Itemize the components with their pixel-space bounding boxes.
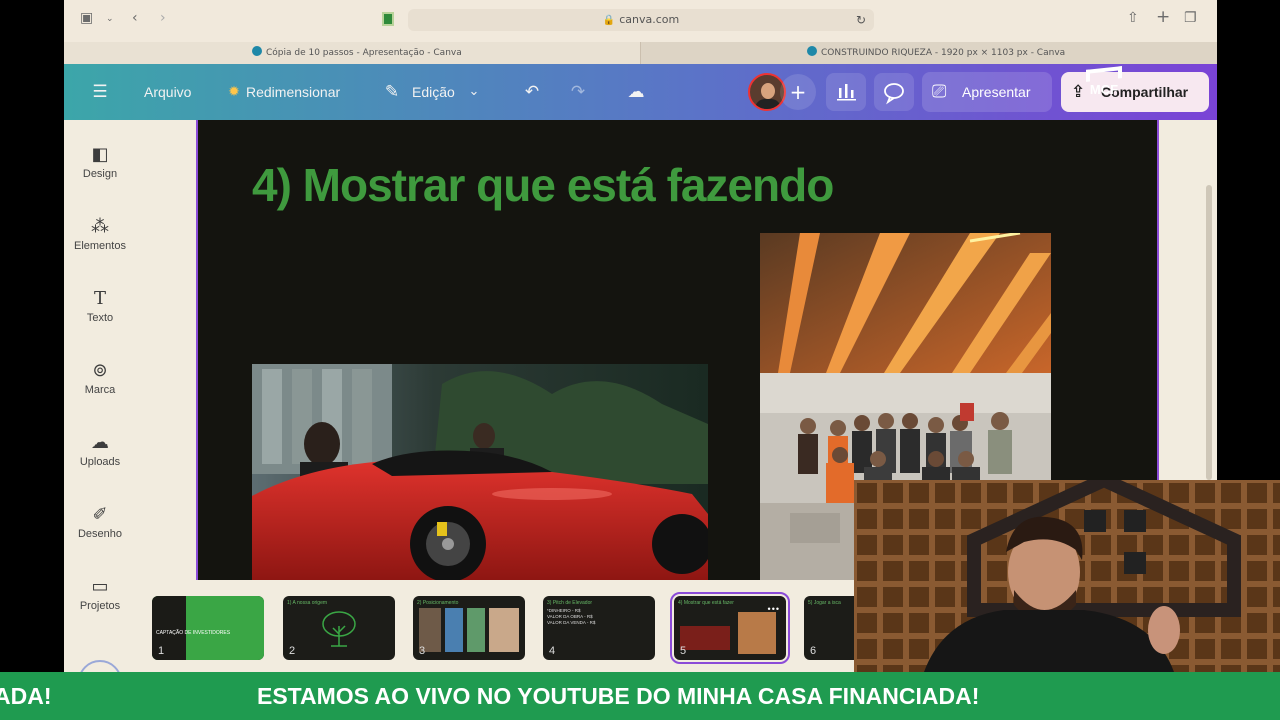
thumbnail-4[interactable]: 3) Pitch de Elevador *DINHEIRO - R$ VALO… xyxy=(543,596,655,660)
mcf-logo: MCF xyxy=(1082,66,1126,98)
tab-strip: Cópia de 10 passos - Apresentação - Canv… xyxy=(64,42,1217,64)
presenter-video-image xyxy=(854,480,1280,672)
comment-icon xyxy=(884,83,904,105)
chevron-down-icon[interactable]: ⌄ xyxy=(106,14,114,24)
shapes-icon: ⁂ xyxy=(91,216,109,237)
sidebar-toggle-icon[interactable]: ▣ xyxy=(80,10,93,26)
pen-icon: ✐ xyxy=(92,504,108,525)
canva-favicon-icon xyxy=(807,46,817,56)
sidebar-item-label: Texto xyxy=(86,312,114,324)
tab-overview-icon[interactable]: ❐ xyxy=(1184,10,1197,26)
browser-toolbar: ▣ ⌄ ‹ › 🔒 canva.com ↻ ⇧ + ❐ xyxy=(64,0,1217,42)
sidebar-item-marca[interactable]: ⊚ Marca xyxy=(64,358,136,396)
thumbnail-title: 2) Posicionamento xyxy=(417,600,459,606)
sidebar-item-projetos[interactable]: ▭ Projetos xyxy=(64,574,136,612)
resize-button[interactable]: Redimensionar xyxy=(246,64,340,120)
thumbnail-number: 2 xyxy=(289,645,296,657)
layout-icon: ◧ xyxy=(91,144,109,165)
file-menu-button[interactable]: Arquivo xyxy=(144,64,191,120)
sidebar-item-label: Projetos xyxy=(79,600,121,612)
tab-copia-10-passos[interactable]: Cópia de 10 passos - Apresentação - Canv… xyxy=(252,42,652,64)
presenter-webcam xyxy=(854,480,1280,672)
folder-icon: ▭ xyxy=(91,576,109,597)
stream-frame: ▣ ⌄ ‹ › 🔒 canva.com ↻ ⇧ + ❐ Cópia de 10 p… xyxy=(0,0,1280,720)
live-banner: ADA! ESTAMOS AO VIVO NO YOUTUBE DO MINHA… xyxy=(0,672,1280,720)
thumbnail-number: 3 xyxy=(419,645,426,657)
cloud-upload-icon: ☁ xyxy=(91,432,109,453)
reload-icon[interactable]: ↻ xyxy=(856,9,866,31)
forward-icon[interactable]: › xyxy=(160,10,166,26)
presentation-icon: ⎚ xyxy=(932,81,947,102)
tree-icon xyxy=(322,611,356,647)
edit-mode-button[interactable]: Edição xyxy=(412,64,455,120)
canva-sidebar: ◧ Design ⁂ Elementos T Texto ⊚ Marca ☁ U… xyxy=(64,120,136,672)
redo-icon[interactable]: ↷ xyxy=(566,80,590,104)
thumbnail-title: CAPTAÇÃO DE INVESTIDORES xyxy=(156,630,231,636)
bookmark-icon[interactable] xyxy=(382,12,394,26)
vertical-scrollbar[interactable] xyxy=(1206,185,1212,480)
thumbnail-5[interactable]: 4) Mostrar que está fazer ••• 5 xyxy=(670,592,790,664)
sidebar-item-desenho[interactable]: ✐ Desenho xyxy=(64,502,136,540)
share-page-icon[interactable]: ⇧ xyxy=(1127,10,1139,26)
sidebar-item-label: Elementos xyxy=(74,240,126,252)
pencil-icon: ✎ xyxy=(384,82,400,102)
lock-icon: 🔒 xyxy=(602,15,616,26)
car-photo-image xyxy=(252,364,708,580)
thumbnail-title: 4) Mostrar que está fazer xyxy=(678,600,734,606)
tab-label: CONSTRUINDO RIQUEZA - 1920 px × 1103 px … xyxy=(821,48,1066,58)
banner-text: ESTAMOS AO VIVO NO YOUTUBE DO MINHA CASA… xyxy=(257,683,980,709)
sidebar-item-label: Desenho xyxy=(77,528,123,540)
chevron-down-icon[interactable]: ⌄ xyxy=(462,80,486,104)
slide-thumbnails: CAPTAÇÃO DE INVESTIDORES 1 1) A nossa or… xyxy=(150,592,950,664)
thumbnail-number: 6 xyxy=(810,645,817,657)
banner-text-tail: ADA! xyxy=(0,683,52,709)
back-icon[interactable]: ‹ xyxy=(132,10,138,26)
bar-chart-icon xyxy=(837,84,856,101)
insights-button[interactable] xyxy=(826,73,866,111)
undo-icon[interactable]: ↶ xyxy=(520,80,544,104)
canva-favicon-icon xyxy=(252,46,262,56)
brand-icon: ⊚ xyxy=(92,360,108,381)
thumbnail-number: 4 xyxy=(549,645,556,657)
tab-label: Cópia de 10 passos - Apresentação - Canv… xyxy=(266,48,462,58)
new-tab-icon[interactable]: + xyxy=(1156,7,1170,27)
slide-title[interactable]: 4) Mostrar que está fazendo xyxy=(252,158,834,212)
plus-icon: + xyxy=(789,80,807,104)
canva-toolbar: ☰ Arquivo ✹ Redimensionar ✎ Edição ⌄ ↶ ↷… xyxy=(64,64,1217,120)
help-button[interactable] xyxy=(78,660,122,672)
thumbnail-3[interactable]: 2) Posicionamento 3 xyxy=(413,596,525,660)
crown-icon: ✹ xyxy=(228,84,240,100)
tab-construindo-riqueza[interactable]: CONSTRUINDO RIQUEZA - 1920 px × 1103 px … xyxy=(640,42,1217,64)
thumbnail-title: 3) Pitch de Elevador xyxy=(547,600,593,606)
present-label: Apresentar xyxy=(962,84,1031,100)
comments-button[interactable] xyxy=(874,73,914,111)
thumbnail-title: 5) Jogar a isca xyxy=(808,600,841,606)
thumbnail-number: 5 xyxy=(680,645,687,657)
sidebar-item-label: Design xyxy=(82,168,118,180)
car-photo[interactable] xyxy=(252,364,708,580)
text-icon: T xyxy=(93,288,106,309)
add-collaborator-button[interactable]: + xyxy=(780,74,816,110)
sidebar-item-uploads[interactable]: ☁ Uploads xyxy=(64,430,136,468)
thumbnail-2[interactable]: 1) A nossa origem 2 xyxy=(283,596,395,660)
thumbnail-text-lines: *DINHEIRO - R$ VALOR DA OBRA - R$ VALOR … xyxy=(547,608,596,625)
thumbnail-number: 1 xyxy=(158,645,165,657)
sidebar-item-label: Marca xyxy=(84,384,116,396)
sidebar-item-design[interactable]: ◧ Design xyxy=(64,142,136,180)
thumbnail-1[interactable]: CAPTAÇÃO DE INVESTIDORES 1 xyxy=(152,596,264,660)
sidebar-item-elementos[interactable]: ⁂ Elementos xyxy=(64,214,136,252)
cloud-saved-icon[interactable]: ☁ xyxy=(624,80,648,104)
url-text: canva.com xyxy=(619,13,680,26)
address-bar[interactable]: 🔒 canva.com ↻ xyxy=(408,9,874,31)
sidebar-item-texto[interactable]: T Texto xyxy=(64,286,136,324)
present-button[interactable]: ⎚ Apresentar xyxy=(922,72,1052,112)
hamburger-menu-icon[interactable]: ☰ xyxy=(88,80,112,104)
sidebar-item-label: Uploads xyxy=(79,456,121,468)
